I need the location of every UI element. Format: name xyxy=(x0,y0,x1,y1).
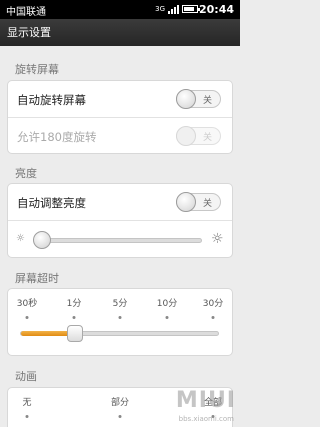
auto-brightness-toggle[interactable]: 关 xyxy=(176,192,221,212)
tick-dot xyxy=(25,415,29,418)
timeout-slider-thumb[interactable] xyxy=(66,325,83,342)
timeout-option-label[interactable]: 30分 xyxy=(203,296,223,309)
rotation-card: 自动旋转屏幕 关 允许180度旋转 关 xyxy=(7,80,233,154)
tick-dot xyxy=(211,316,215,319)
tick-dot xyxy=(25,316,29,319)
animation-option-label[interactable]: 部分 xyxy=(111,395,129,408)
allow-180-toggle: 关 xyxy=(176,126,221,146)
page-title: 显示设置 xyxy=(0,19,240,46)
toggle-knob xyxy=(176,89,196,109)
auto-rotate-toggle[interactable]: 关 xyxy=(176,89,221,109)
brightness-slider-thumb[interactable] xyxy=(33,231,51,249)
auto-brightness-row[interactable]: 自动调整亮度 关 xyxy=(8,184,232,220)
toggle-state-label: 关 xyxy=(202,133,212,143)
watermark-url: bbs.xiaomi.com xyxy=(178,415,234,423)
network-type-icon: 3G xyxy=(155,5,165,13)
signal-icon xyxy=(168,4,179,14)
sun-dim-icon: ☼ xyxy=(16,233,25,244)
tick-dot xyxy=(118,316,122,319)
timeout-slider[interactable] xyxy=(20,325,219,342)
animation-option-label[interactable]: 无 xyxy=(22,395,31,408)
tick-dot xyxy=(165,316,169,319)
divider xyxy=(8,220,232,221)
section-header-rotation: 旋转屏幕 xyxy=(15,63,59,76)
brightness-card: 自动调整亮度 关 ☼ ☼ xyxy=(7,183,233,258)
brightness-slider[interactable] xyxy=(33,231,202,249)
clock: 20:44 xyxy=(198,3,234,16)
timeout-option-label[interactable]: 1分 xyxy=(67,296,82,309)
timeout-option-label[interactable]: 10分 xyxy=(157,296,177,309)
timeout-option-label[interactable]: 5分 xyxy=(113,296,128,309)
sun-bright-icon: ☼ xyxy=(211,231,224,247)
tick-dot xyxy=(118,415,122,418)
status-icons: 3G xyxy=(155,4,200,14)
carrier-label: 中国联通 xyxy=(6,7,46,18)
auto-brightness-label: 自动调整亮度 xyxy=(17,196,86,210)
section-header-timeout: 屏幕超时 xyxy=(15,272,59,285)
watermark-brand: MIUI xyxy=(175,388,236,413)
auto-rotate-label: 自动旋转屏幕 xyxy=(17,93,86,107)
allow-180-label: 允许180度旋转 xyxy=(17,130,97,144)
miui-watermark-logo: MIUI xyxy=(176,388,236,413)
tick-dot xyxy=(72,316,76,319)
toggle-knob xyxy=(176,126,196,146)
allow-180-row: 允许180度旋转 关 xyxy=(8,118,232,154)
timeout-option-label[interactable]: 30秒 xyxy=(17,296,37,309)
toggle-state-label: 关 xyxy=(202,199,212,209)
toggle-state-label: 关 xyxy=(202,96,212,106)
timeout-card: 30秒 1分 5分 10分 30分 xyxy=(7,288,233,356)
toggle-knob xyxy=(176,192,196,212)
section-header-animation: 动画 xyxy=(15,370,37,383)
status-bar: 中国联通 3G 20:44 xyxy=(0,0,240,19)
section-header-brightness: 亮度 xyxy=(15,167,37,180)
auto-rotate-row[interactable]: 自动旋转屏幕 关 xyxy=(8,81,232,117)
battery-icon xyxy=(182,5,200,13)
